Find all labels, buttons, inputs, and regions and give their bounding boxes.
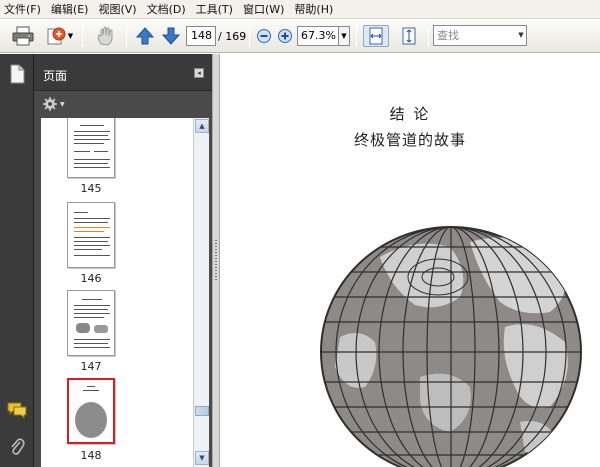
thumbnail-label: 146 — [80, 272, 102, 285]
menu-file[interactable]: 文件(F) — [4, 1, 41, 17]
chevron-left-icon: ◂ — [197, 69, 201, 77]
hand-tool-button[interactable] — [92, 25, 120, 47]
toolbar-separator — [126, 25, 127, 47]
pages-icon — [10, 64, 25, 84]
navigation-strip — [0, 54, 34, 467]
comments-button[interactable] — [7, 400, 27, 420]
scroll-up-button[interactable]: ▲ — [195, 119, 209, 133]
options-button[interactable]: ▼ — [42, 96, 65, 112]
thumbnail-label: 145 — [80, 182, 102, 195]
page-number-input[interactable]: 148 — [186, 26, 216, 46]
menu-bar: 文件(F) 编辑(E) 视图(V) 文档(D) 工具(T) 窗口(W) 帮助(H… — [0, 0, 600, 19]
thumbnail-scrollbar[interactable]: ▲ ▼ — [193, 118, 209, 467]
menu-window[interactable]: 窗口(W) — [243, 1, 284, 17]
previous-page-button[interactable] — [134, 25, 156, 47]
printer-icon — [12, 26, 34, 46]
chevron-down-icon: ▼ — [199, 454, 205, 462]
thumbnail-label: 148 — [80, 449, 102, 462]
thumbnail-148-selected[interactable] — [67, 378, 115, 444]
hand-icon — [97, 26, 113, 46]
options-icon — [43, 97, 57, 111]
menu-edit[interactable]: 编辑(E) — [51, 1, 89, 17]
zoom-in-button[interactable] — [276, 25, 294, 47]
next-page-button[interactable] — [160, 25, 182, 47]
chapter-heading: 结 论 — [389, 105, 431, 123]
zoom-dropdown-button[interactable]: ▼ — [339, 26, 350, 46]
chevron-down-icon: ▼ — [60, 100, 65, 108]
search-input[interactable]: 查找 — [433, 25, 527, 46]
panel-options-bar: ▼ — [34, 91, 212, 117]
fit-page-icon — [402, 27, 416, 45]
thumbnail-list: 145 146 147 148 — [41, 118, 193, 467]
toolbar-separator — [356, 25, 357, 47]
menu-document[interactable]: 文档(D) — [147, 1, 186, 17]
zoom-out-icon — [257, 29, 271, 43]
fit-width-button[interactable] — [363, 25, 389, 47]
send-button[interactable]: ▼ — [42, 25, 76, 47]
zoom-in-icon — [278, 29, 292, 43]
globe-illustration — [320, 226, 582, 467]
chevron-down-icon: ▼ — [518, 31, 524, 39]
panel-title: 页面 — [43, 69, 68, 83]
fit-page-button[interactable] — [396, 25, 422, 47]
zoom-out-button[interactable] — [255, 25, 273, 47]
menu-help[interactable]: 帮助(H) — [294, 1, 333, 17]
scrollbar-thumb[interactable] — [195, 406, 209, 416]
comment-icon — [7, 402, 27, 419]
panel-splitter[interactable] — [212, 54, 220, 467]
panel-header: 页面 ◂ — [34, 54, 212, 91]
chevron-up-icon: ▲ — [199, 122, 205, 130]
panel-collapse-button[interactable]: ◂ — [194, 68, 204, 78]
chapter-subheading: 终极管道的故事 — [353, 131, 466, 149]
send-icon — [47, 27, 66, 45]
splitter-grip[interactable] — [215, 240, 217, 280]
attachment-icon — [11, 438, 25, 455]
toolbar: ▼ 148 / 169 67.3% ▼ 查找 ▼ — [0, 19, 600, 53]
arrow-down-icon — [161, 27, 181, 45]
arrow-up-icon — [135, 27, 155, 45]
chevron-down-icon: ▼ — [341, 32, 347, 40]
thumbnail-label: 147 — [80, 360, 102, 373]
thumbnail-145[interactable] — [67, 118, 115, 178]
zoom-level-input[interactable]: 67.3% — [297, 26, 339, 46]
print-button[interactable] — [10, 25, 36, 47]
menu-view[interactable]: 视图(V) — [98, 1, 136, 17]
pages-panel: 页面 ◂ ▼ 145 146 147 148 ▲ ▼ — [34, 54, 212, 467]
toolbar-separator — [82, 25, 83, 47]
menu-tools[interactable]: 工具(T) — [196, 1, 233, 17]
chevron-down-icon: ▼ — [67, 32, 74, 40]
page-total: / 169 — [218, 30, 247, 43]
document-view: 结 论 终极管道的故事 — [220, 54, 600, 467]
thumbnail-147[interactable] — [67, 290, 115, 356]
toolbar-separator — [428, 25, 429, 47]
scroll-down-button[interactable]: ▼ — [195, 451, 209, 465]
search-dropdown-button[interactable]: ▼ — [516, 26, 526, 45]
attachments-button[interactable] — [7, 436, 27, 456]
pages-panel-button[interactable] — [7, 64, 27, 84]
thumbnail-146[interactable] — [67, 202, 115, 268]
fit-width-icon — [369, 27, 383, 45]
toolbar-separator — [249, 25, 250, 47]
